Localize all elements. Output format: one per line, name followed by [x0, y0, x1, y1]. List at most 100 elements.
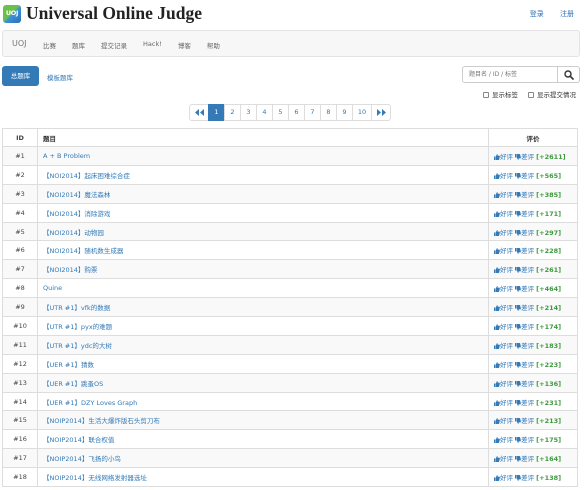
- upvote-button[interactable]: 好评: [494, 304, 513, 312]
- upvote-button[interactable]: 好评: [494, 417, 513, 425]
- table-row: #17 【NOIP2014】飞扬的小鸟 好评 差评 [+164]: [2, 448, 578, 469]
- nav-item-blogs[interactable]: 博客: [178, 40, 191, 50]
- nav-item-submissions[interactable]: 提交记录: [101, 40, 127, 50]
- upvote-button[interactable]: 好评: [494, 210, 513, 218]
- problem-title-link[interactable]: 【NOI2014】起床困难综合症: [43, 172, 130, 180]
- show-submit-checkbox[interactable]: [528, 92, 534, 98]
- tab-all-problems[interactable]: 总题库: [2, 66, 39, 86]
- main-navbar: UOJ 比赛 题库 提交记录 Hack! 博客 帮助: [2, 30, 580, 57]
- search-input[interactable]: [462, 66, 558, 83]
- downvote-label: 差评: [521, 436, 535, 445]
- downvote-button[interactable]: 差评: [515, 285, 534, 293]
- upvote-button[interactable]: 好评: [494, 191, 513, 199]
- downvote-button[interactable]: 差评: [515, 323, 534, 331]
- problem-title-link[interactable]: 【UER #1】DZY Loves Graph: [43, 399, 137, 407]
- pagination-page[interactable]: 5: [272, 104, 289, 121]
- pagination-page[interactable]: 8: [320, 104, 337, 121]
- nav-item-help[interactable]: 帮助: [207, 40, 220, 50]
- register-link[interactable]: 注册: [560, 10, 574, 18]
- upvote-button[interactable]: 好评: [494, 247, 513, 255]
- problem-title-link[interactable]: 【NOI2014】购票: [43, 266, 97, 274]
- upvote-button[interactable]: 好评: [494, 229, 513, 237]
- problem-eval-cell: 好评 差评 [+464]: [488, 278, 578, 299]
- uoj-logo[interactable]: UOJ: [3, 5, 21, 23]
- show-tags-checkbox[interactable]: [483, 92, 489, 98]
- nav-item-problems[interactable]: 题库: [72, 40, 85, 50]
- problem-title-link[interactable]: 【UTR #1】ydc的大树: [43, 342, 112, 350]
- problem-score: [+464]: [536, 285, 562, 294]
- pagination-page[interactable]: 2: [224, 104, 241, 121]
- pagination-page[interactable]: 6: [288, 104, 305, 121]
- problem-score: [+171]: [536, 209, 562, 218]
- pagination-page[interactable]: 1: [208, 104, 225, 121]
- pagination-page[interactable]: 4: [256, 104, 273, 121]
- nav-item-contests[interactable]: 比赛: [43, 40, 56, 50]
- upvote-label: 好评: [500, 474, 514, 483]
- problem-score: [+231]: [536, 398, 562, 407]
- problem-title-link[interactable]: 【UTR #1】pyx的难题: [43, 323, 112, 331]
- problem-title-link[interactable]: 【NOIP2014】生活大爆炸版石头剪刀布: [43, 417, 160, 425]
- upvote-button[interactable]: 好评: [494, 266, 513, 274]
- upvote-button[interactable]: 好评: [494, 342, 513, 350]
- downvote-button[interactable]: 差评: [515, 247, 534, 255]
- downvote-button[interactable]: 差评: [515, 455, 534, 463]
- downvote-button[interactable]: 差评: [515, 266, 534, 274]
- upvote-button[interactable]: 好评: [494, 361, 513, 369]
- pagination-page[interactable]: 10: [352, 104, 372, 121]
- downvote-button[interactable]: 差评: [515, 229, 534, 237]
- problem-title-cell: 【NOIP2014】飞扬的小鸟: [36, 448, 490, 469]
- downvote-button[interactable]: 差评: [515, 304, 534, 312]
- site-title[interactable]: Universal Online Judge: [26, 3, 202, 24]
- downvote-label: 差评: [521, 360, 535, 369]
- downvote-button[interactable]: 差评: [515, 436, 534, 444]
- problem-title-link[interactable]: 【NOIP2014】飞扬的小鸟: [43, 455, 121, 463]
- pagination-first[interactable]: [189, 104, 209, 121]
- problem-score: [+175]: [536, 436, 562, 445]
- navbar-brand[interactable]: UOJ: [12, 39, 27, 48]
- pagination-page[interactable]: 7: [304, 104, 321, 121]
- downvote-button[interactable]: 差评: [515, 399, 534, 407]
- pagination-last[interactable]: [371, 104, 391, 121]
- login-link[interactable]: 登录: [530, 10, 544, 18]
- downvote-button[interactable]: 差评: [515, 474, 534, 482]
- upvote-button[interactable]: 好评: [494, 399, 513, 407]
- show-submit-option[interactable]: 显示提交情况: [528, 89, 576, 99]
- search-button[interactable]: [558, 66, 580, 83]
- problem-title-link[interactable]: 【UTR #1】vfk的数据: [43, 304, 110, 312]
- upvote-button[interactable]: 好评: [494, 323, 513, 331]
- downvote-button[interactable]: 差评: [515, 172, 534, 180]
- problem-title-link[interactable]: A + B Problem: [43, 152, 90, 160]
- upvote-button[interactable]: 好评: [494, 285, 513, 293]
- upvote-button[interactable]: 好评: [494, 153, 513, 161]
- problem-title-link[interactable]: 【NOI2014】魔法森林: [43, 191, 110, 199]
- upvote-button[interactable]: 好评: [494, 474, 513, 482]
- pagination-page[interactable]: 9: [336, 104, 353, 121]
- double-chevron-right-icon: [376, 109, 386, 116]
- table-row: #8 Quine 好评 差评 [+464]: [2, 278, 578, 299]
- upvote-button[interactable]: 好评: [494, 172, 513, 180]
- downvote-button[interactable]: 差评: [515, 210, 534, 218]
- problem-title-link[interactable]: 【UER #1】猜数: [43, 361, 94, 369]
- upvote-button[interactable]: 好评: [494, 436, 513, 444]
- problem-title-link[interactable]: 【NOI2014】随机数生成器: [43, 247, 123, 255]
- problem-title-cell: 【NOIP2014】无线网络发射器选址: [36, 467, 490, 488]
- problem-title-link[interactable]: Quine: [43, 284, 62, 292]
- downvote-button[interactable]: 差评: [515, 342, 534, 350]
- downvote-button[interactable]: 差评: [515, 191, 534, 199]
- downvote-button[interactable]: 差评: [515, 417, 534, 425]
- upvote-button[interactable]: 好评: [494, 455, 513, 463]
- problem-title-link[interactable]: 【UER #1】跳蚤OS: [43, 380, 103, 388]
- show-tags-option[interactable]: 显示标签: [483, 89, 518, 99]
- upvote-button[interactable]: 好评: [494, 380, 513, 388]
- problem-title-link[interactable]: 【NOI2014】动物园: [43, 229, 104, 237]
- downvote-button[interactable]: 差评: [515, 380, 534, 388]
- downvote-button[interactable]: 差评: [515, 153, 534, 161]
- tab-template-problems[interactable]: 模板题库: [47, 72, 73, 82]
- problem-title-link[interactable]: 【NOI2014】消除游戏: [43, 210, 110, 218]
- problem-title-link[interactable]: 【NOIP2014】无线网络发射器选址: [43, 474, 147, 482]
- problem-title-link[interactable]: 【NOIP2014】联合权值: [43, 436, 114, 444]
- nav-item-hacks[interactable]: Hack!: [143, 40, 162, 50]
- downvote-button[interactable]: 差评: [515, 361, 534, 369]
- pagination-page[interactable]: 3: [240, 104, 257, 121]
- problem-eval-cell: 好评 差评 [+175]: [488, 429, 578, 450]
